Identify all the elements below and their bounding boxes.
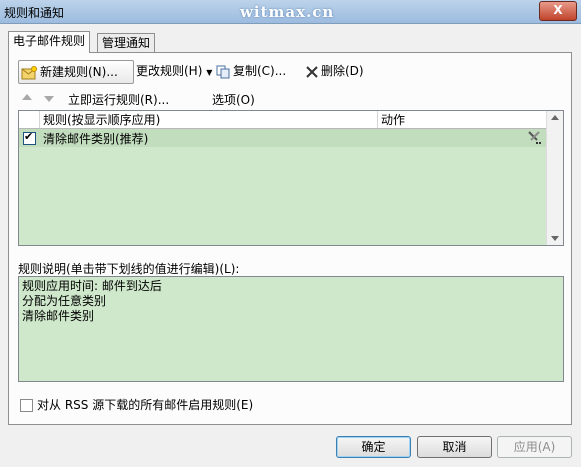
new-rule-label: 新建规则(N)...	[40, 65, 118, 79]
title-bar: 规则和通知 witmax.cn X	[0, 0, 581, 24]
rss-option[interactable]: 对从 RSS 源下载的所有邮件启用规则(E)	[20, 396, 253, 413]
description-line: 分配为任意类别	[22, 294, 107, 308]
move-up-icon[interactable]	[22, 94, 32, 100]
new-rule-button[interactable]: 新建规则(N)...	[18, 60, 134, 84]
watermark: witmax.cn	[240, 3, 335, 21]
window-title: 规则和通知	[4, 6, 65, 20]
rules-header: 规则(按显示顺序应用) 动作	[19, 111, 547, 129]
description-line: 清除邮件类别	[22, 309, 95, 323]
rule-name: 清除邮件类别(推荐)	[43, 132, 149, 146]
apply-button[interactable]: 应用(A)	[497, 436, 572, 458]
change-rule-button[interactable]: 更改规则(H) ▼	[136, 60, 212, 82]
column-rule-name[interactable]: 规则(按显示顺序应用)	[43, 112, 160, 128]
change-rule-label: 更改规则(H)	[136, 64, 203, 78]
new-rule-icon	[21, 65, 37, 79]
rules-scrollbar[interactable]	[546, 111, 563, 245]
description-line: 规则应用时间: 邮件到达后	[22, 279, 162, 293]
tools-icon	[528, 131, 541, 144]
copy-rule-button[interactable]: 复制(C)...	[216, 60, 286, 82]
options-button[interactable]: 选项(O)	[212, 91, 255, 108]
delete-x-icon	[306, 65, 318, 78]
column-action[interactable]: 动作	[381, 112, 405, 128]
table-row[interactable]: 清除邮件类别(推荐)	[19, 129, 547, 147]
move-down-icon[interactable]	[44, 96, 54, 102]
rules-list[interactable]: 规则(按显示顺序应用) 动作 清除邮件类别(推荐)	[18, 110, 564, 246]
rule-description-box[interactable]: 规则应用时间: 邮件到达后 分配为任意类别 清除邮件类别	[18, 276, 564, 382]
ok-button[interactable]: 确定	[336, 436, 411, 458]
tab-manage-alerts[interactable]: 管理通知	[97, 33, 156, 52]
scroll-up-icon[interactable]	[551, 115, 559, 120]
copy-icon	[216, 65, 230, 78]
rss-label: 对从 RSS 源下载的所有邮件启用规则(E)	[37, 398, 254, 412]
delete-label: 删除(D)	[321, 64, 364, 78]
header-separator	[377, 111, 378, 128]
rss-checkbox[interactable]	[20, 399, 33, 412]
dropdown-arrow-icon: ▼	[206, 68, 213, 77]
scroll-down-icon[interactable]	[551, 236, 559, 241]
tab-email-rules[interactable]: 电子邮件规则	[8, 31, 91, 53]
description-label: 规则说明(单击带下划线的值进行编辑)(L):	[18, 262, 240, 276]
cancel-button[interactable]: 取消	[417, 436, 492, 458]
copy-label: 复制(C)...	[233, 64, 287, 78]
header-separator	[39, 111, 40, 128]
rule-enabled-checkbox[interactable]	[23, 130, 36, 145]
run-rules-now-button[interactable]: 立即运行规则(R)...	[68, 91, 169, 108]
delete-rule-button[interactable]: 删除(D)	[306, 60, 364, 82]
close-button[interactable]: X	[539, 1, 577, 21]
